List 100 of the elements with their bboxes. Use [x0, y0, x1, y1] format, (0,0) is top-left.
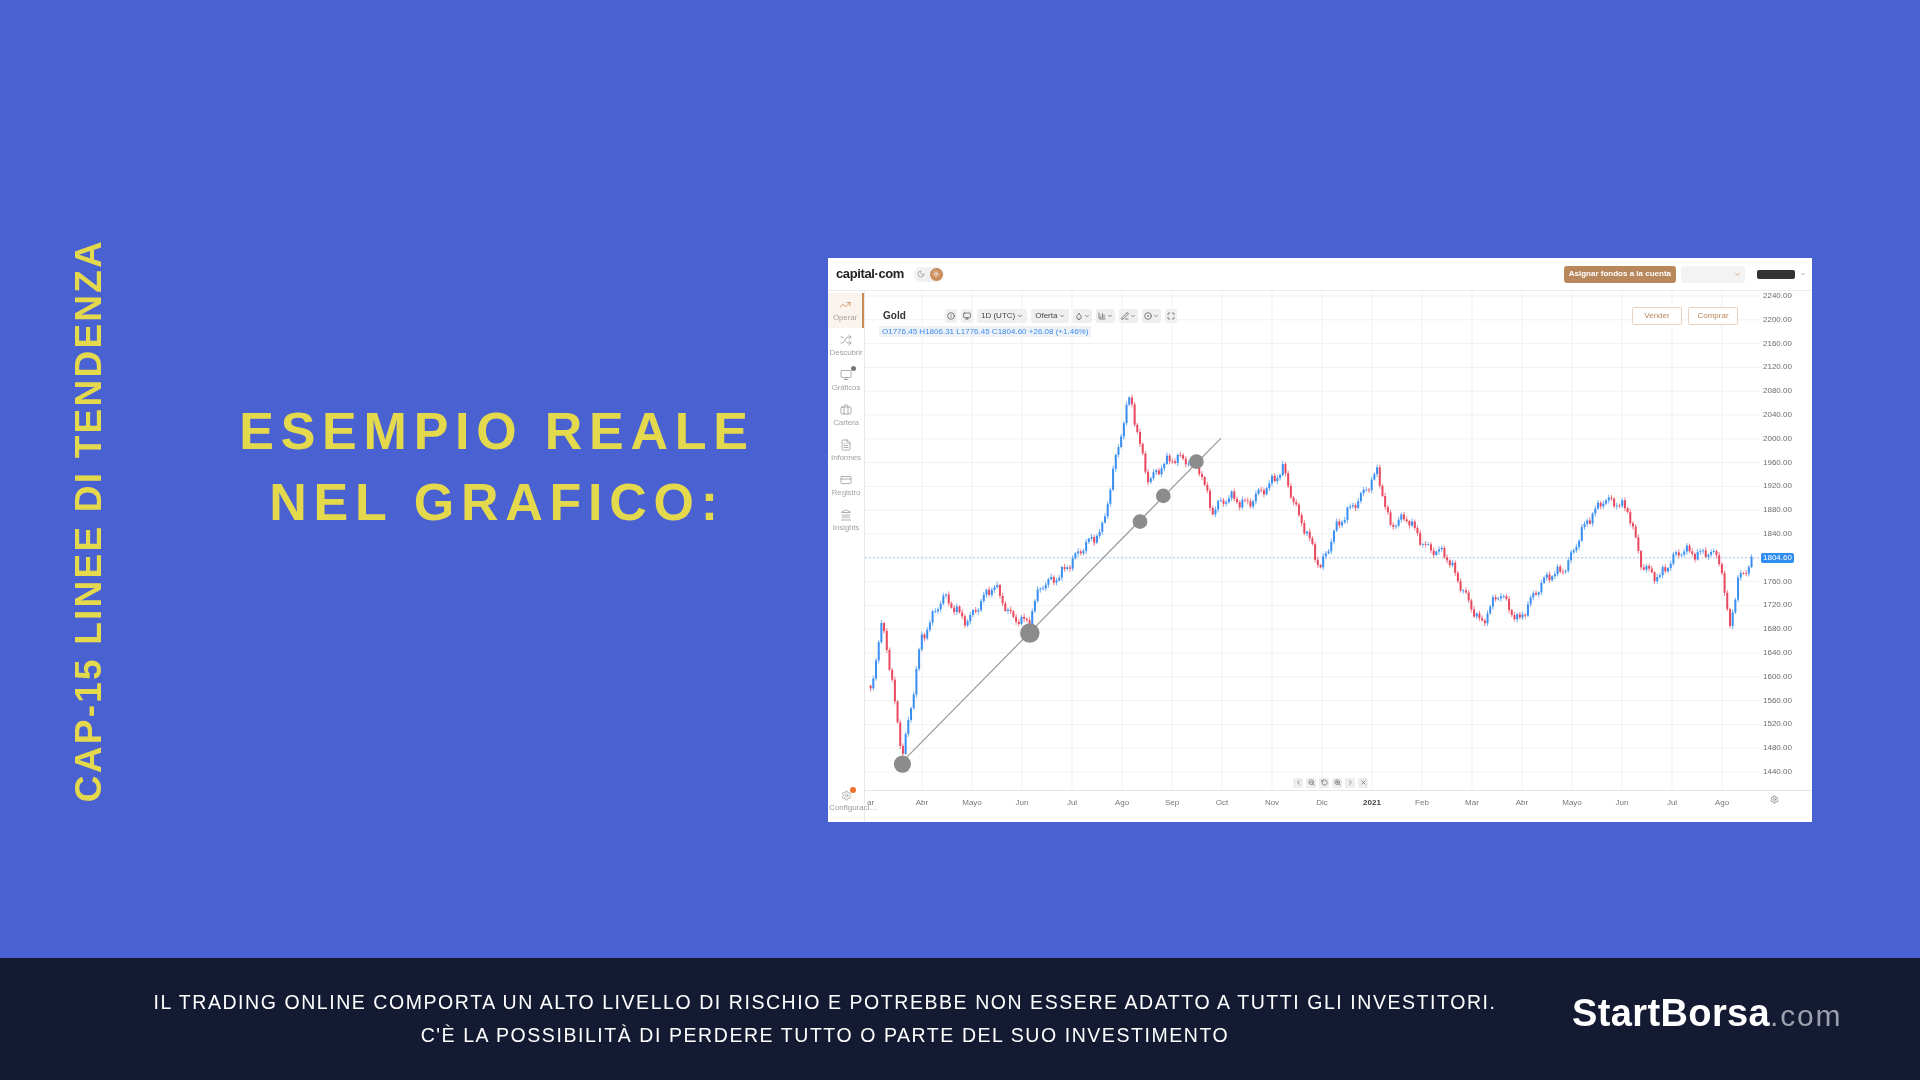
y-axis-label: 1680.00: [1763, 624, 1792, 635]
y-axis-label: 1520.00: [1763, 719, 1792, 730]
sidebar-item[interactable]: Insights: [828, 503, 864, 538]
zoom-in-icon: [1333, 779, 1341, 786]
price-tag: 1804.60: [1761, 552, 1794, 563]
moon-icon[interactable]: [914, 267, 928, 281]
sidebar-item[interactable]: Descubrir: [828, 328, 864, 363]
sidebar-item[interactable]: Operar: [828, 293, 864, 328]
bank-icon: [840, 509, 852, 521]
settings-icon[interactable]: [841, 790, 852, 801]
caret-icon: [1130, 312, 1137, 319]
chevron-left-icon: [1294, 779, 1302, 786]
sidebar-item[interactable]: Registro: [828, 468, 864, 503]
y-axis-label: 1840.00: [1763, 528, 1792, 539]
slide-heading: ESEMPIO REALE NEL GRAFICO:: [239, 401, 755, 533]
x-axis-label: Feb: [1415, 797, 1429, 807]
caret-icon: [1084, 312, 1091, 319]
y-axis-label: 2240.00: [1763, 291, 1792, 301]
chevron-right-icon: [1346, 779, 1354, 786]
x-axis-label: Mayo: [1562, 797, 1582, 807]
brand-logo: StartBorsa.com: [1572, 990, 1843, 1036]
chart-nav-button[interactable]: [1345, 777, 1355, 788]
y-axis-label: 1480.00: [1763, 743, 1792, 754]
app-logo: capital·com: [836, 265, 904, 284]
fund-account-button[interactable]: Asignar fondos a la cuenta: [1563, 265, 1676, 283]
zoom-out-icon: [1307, 779, 1315, 786]
x-axis-label: Ago: [1114, 797, 1130, 807]
x-axis-label: Oct: [1215, 797, 1229, 807]
account-mode-badge: [1757, 269, 1795, 279]
buy-button[interactable]: Comprar: [1688, 306, 1738, 325]
close-icon: [1359, 779, 1367, 786]
x-axis-label: Mar: [1465, 797, 1479, 807]
caret-icon: [1153, 312, 1160, 319]
y-axis-label: 1440.00: [1763, 766, 1792, 777]
caret-icon[interactable]: [1800, 271, 1806, 277]
x-axis-label: Abr: [1515, 797, 1529, 807]
sidebar-item[interactable]: Informes: [828, 433, 864, 468]
sun-icon[interactable]: [929, 267, 943, 281]
y-axis-label: 1960.00: [1763, 457, 1792, 468]
y-axis-label: 2120.00: [1763, 362, 1792, 373]
ohlc-values: O1776.45 H1806.31 L1776.45 C1804.60 +26.08 (+1.46%): [879, 326, 1092, 337]
x-axis-label: 2021: [1363, 797, 1381, 807]
sell-button[interactable]: Vender: [1632, 306, 1682, 325]
tool-button[interactable]: [945, 308, 957, 323]
expand-icon: [1167, 311, 1176, 320]
x-axis-label: Jul: [1666, 797, 1678, 807]
x-axis-label: Mayo: [962, 797, 982, 807]
y-axis-label: 2200.00: [1763, 314, 1792, 325]
chart-nav-button[interactable]: [1306, 777, 1316, 788]
x-axis-label: Dic: [1316, 797, 1328, 807]
reset-icon: [1320, 779, 1328, 786]
y-axis-label: 2080.00: [1763, 386, 1792, 397]
chart-nav-button[interactable]: [1319, 777, 1329, 788]
chart-nav-button[interactable]: [1358, 777, 1368, 788]
tool-dropdown[interactable]: [1142, 308, 1162, 323]
tool-button[interactable]: [1165, 308, 1178, 323]
price-type-dropdown[interactable]: Oferta: [1031, 308, 1070, 323]
timeframe-dropdown[interactable]: 1D (UTC): [977, 308, 1028, 323]
bar-chart-icon: [1098, 311, 1107, 320]
tool-dropdown[interactable]: [1096, 308, 1116, 323]
y-axis-label: 2040.00: [1763, 410, 1792, 420]
chart-nav-button[interactable]: [1332, 777, 1342, 788]
y-axis-label: 2000.00: [1763, 433, 1792, 444]
info-icon: [947, 311, 955, 320]
y-axis-label: 2160.00: [1763, 338, 1792, 349]
chart-line-icon: [839, 299, 851, 311]
disclaimer-text: IL TRADING ONLINE COMPORTA UN ALTO LIVELLO DI RISCHIO E POTREBBE NON ESSERE ADATTO A TUTTI GLI INVESTITORI. C'È LA POSSIBILITÀ DI PERDERE TUTTO O PARTE DEL SUO INVESTIMENTO: [153, 990, 1497, 1048]
circle-dot-icon: [1144, 311, 1153, 320]
x-axis-label: Jul: [1066, 797, 1078, 807]
caret-icon: [1017, 312, 1024, 319]
y-axis-label: 1720.00: [1763, 600, 1792, 611]
y-axis-label: 1920.00: [1763, 481, 1792, 492]
instrument-name: Gold: [883, 309, 907, 323]
chart-nav-button[interactable]: [1293, 777, 1303, 788]
y-axis-label: 1880.00: [1763, 505, 1792, 516]
tool-dropdown[interactable]: [1073, 308, 1093, 323]
caret-icon: [1059, 312, 1066, 319]
y-axis-label: 1760.00: [1763, 576, 1792, 587]
monitor-icon: [963, 311, 971, 320]
caret-icon: [1734, 270, 1741, 278]
briefcase-icon: [840, 404, 852, 416]
x-axis-label: Sep: [1164, 797, 1180, 807]
settings-icon[interactable]: [1770, 795, 1779, 804]
x-axis-label: Nov: [1264, 797, 1280, 807]
x-axis-label: Ago: [1714, 797, 1730, 807]
y-axis-label: 1560.00: [1763, 695, 1792, 706]
x-axis-label: Abr: [915, 797, 929, 807]
document-icon: [840, 439, 852, 451]
tool-button[interactable]: [961, 308, 973, 323]
droplet-icon: [1075, 311, 1084, 320]
card-icon: [840, 474, 852, 486]
sidebar-item[interactable]: Gráficos: [828, 363, 864, 398]
caret-icon: [1107, 312, 1114, 319]
tool-dropdown[interactable]: [1119, 308, 1139, 323]
sidebar-item[interactable]: Cartera: [828, 398, 864, 433]
pen-icon: [1121, 311, 1130, 320]
y-axis-label: 1600.00: [1763, 671, 1792, 682]
shuffle-icon: [840, 334, 852, 346]
chapter-title: CAP-15 LINEE DI TENDENZA: [70, 238, 107, 802]
y-axis-label: 1640.00: [1763, 647, 1792, 658]
